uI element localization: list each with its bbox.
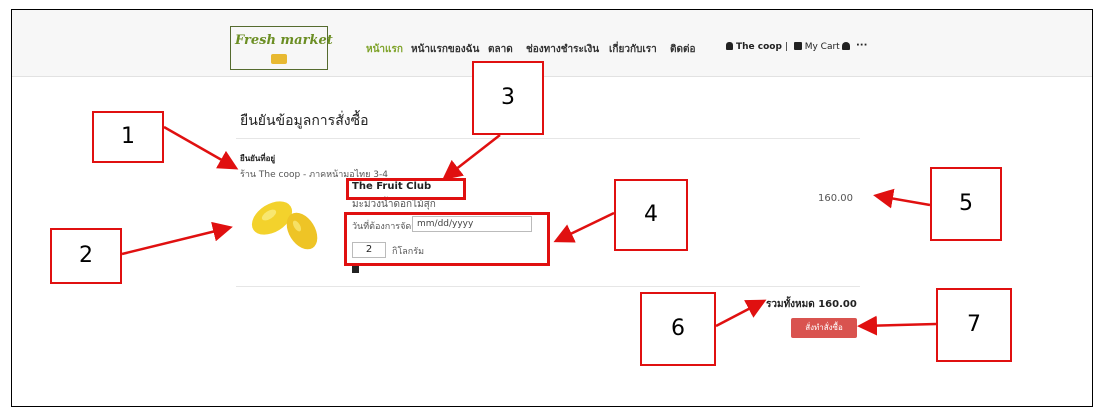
top-navbar: Fresh market หน้าแรก หน้าแรกของฉัน ตลาด … — [12, 10, 1092, 77]
my-cart-link[interactable]: My Cart — [805, 42, 840, 52]
logo-basket-icon — [271, 54, 287, 64]
nav-contact[interactable]: ติดต่อ — [670, 42, 696, 57]
mango-product-image — [251, 201, 318, 250]
more-icon[interactable]: ··· — [856, 40, 867, 51]
nav-payment-channels[interactable]: ช่องทางชำระเงิน — [526, 42, 599, 57]
nav-about-us[interactable]: เกี่ยวกับเรา — [609, 42, 657, 57]
callout-4: 4 — [614, 179, 688, 251]
callout-1: 1 — [92, 111, 164, 163]
nav-separator: | — [784, 42, 788, 52]
title-divider — [236, 138, 860, 139]
place-order-button[interactable]: สั่งทำสั่งซื้อ — [791, 318, 857, 338]
user-icon — [726, 42, 733, 50]
highlight-delivery-fields — [344, 212, 550, 266]
nav-my-home[interactable]: หน้าแรกของฉัน — [411, 42, 479, 57]
logo-text: Fresh market — [235, 33, 333, 48]
callout-5: 5 — [930, 167, 1002, 241]
trash-icon[interactable] — [352, 265, 359, 273]
nav-home[interactable]: หน้าแรก — [366, 42, 403, 57]
shopping-bag-icon — [793, 42, 802, 50]
item-divider — [236, 286, 860, 287]
user-name[interactable]: The coop — [736, 42, 782, 52]
address-label: ยืนยันที่อยู่ — [240, 154, 276, 163]
callout-3: 3 — [472, 61, 544, 135]
highlight-shop-name — [346, 178, 466, 200]
fresh-market-logo[interactable]: Fresh market — [230, 26, 333, 70]
bell-icon[interactable] — [842, 42, 850, 50]
callout-2: 2 — [50, 228, 122, 284]
item-price: 160.00 — [818, 193, 853, 204]
nav-market[interactable]: ตลาด — [488, 42, 513, 57]
callout-6: 6 — [640, 292, 716, 366]
callout-7: 7 — [936, 288, 1012, 362]
order-total: รวมทั้งหมด 160.00 — [766, 299, 857, 310]
page-title: ยืนยันข้อมูลการสั่งซื้อ — [240, 113, 369, 129]
user-menu: The coop | My Cart — [726, 42, 840, 52]
